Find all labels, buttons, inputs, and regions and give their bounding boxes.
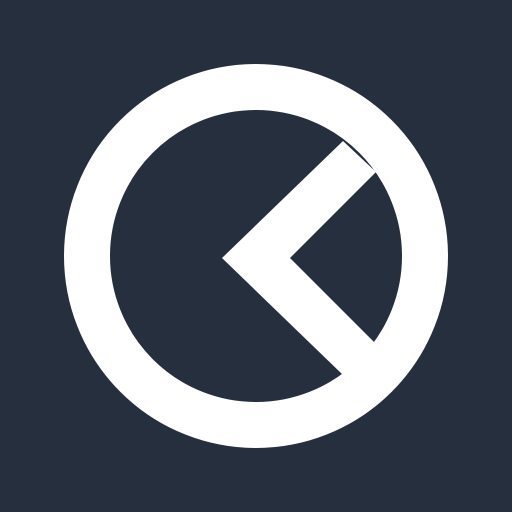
logo-chevron — [222, 141, 376, 375]
app-icon-canvas — [0, 0, 512, 512]
circle-chevron-logo-icon — [64, 64, 448, 448]
